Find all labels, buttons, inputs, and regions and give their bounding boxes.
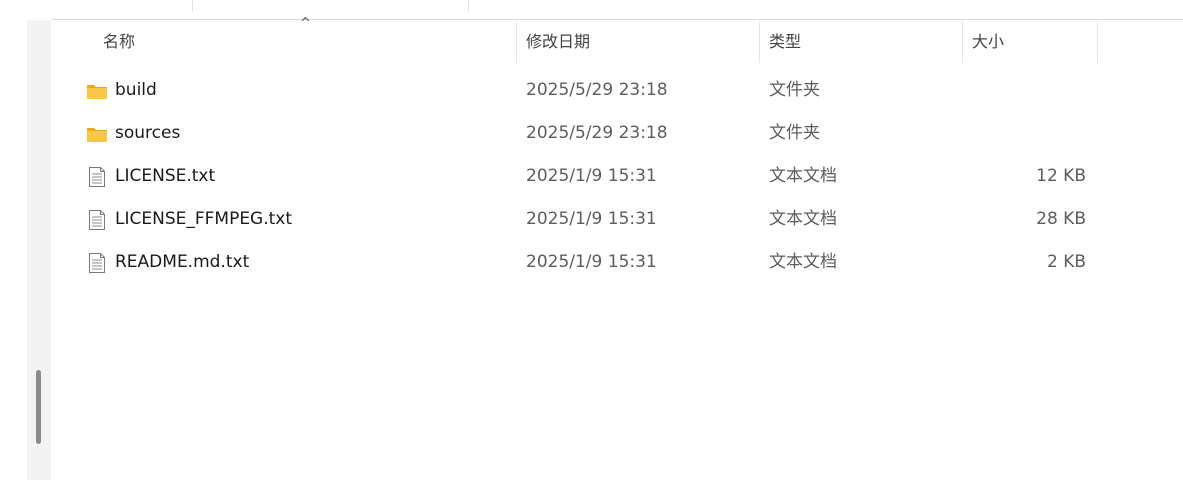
- file-name: LICENSE.txt: [115, 166, 216, 186]
- column-header-name[interactable]: 名称 ^: [52, 17, 517, 63]
- top-toolbar-edge: [0, 0, 1183, 20]
- file-size: [962, 69, 1086, 112]
- column-header-size[interactable]: 大小: [963, 21, 1098, 63]
- file-size: [962, 112, 1086, 155]
- folder-icon: [87, 128, 107, 142]
- column-header-name-label: 名称: [103, 32, 136, 51]
- file-row-license[interactable]: LICENSE.txt 2025/1/9 15:31 文本文档 12 KB: [52, 155, 1183, 198]
- file-list-view: 名称 ^ 修改日期 类型 大小 build 2025/5/29 23:18 文件…: [52, 17, 1183, 480]
- file-name: LICENSE_FFMPEG.txt: [115, 209, 293, 229]
- column-header-date[interactable]: 修改日期: [517, 21, 760, 63]
- file-date: 2025/1/9 15:31: [526, 252, 657, 272]
- file-type: 文件夹: [769, 123, 820, 143]
- file-name: sources: [115, 123, 181, 143]
- file-type: 文件夹: [769, 80, 820, 100]
- file-name: build: [115, 80, 157, 100]
- text-file-icon: [89, 167, 105, 187]
- file-date: 2025/1/9 15:31: [526, 166, 657, 186]
- file-date: 2025/1/9 15:31: [526, 209, 657, 229]
- file-type: 文本文档: [769, 252, 837, 272]
- file-row-sources[interactable]: sources 2025/5/29 23:18 文件夹: [52, 112, 1183, 155]
- column-divider[interactable]: [1097, 21, 1098, 63]
- text-file-icon: [89, 210, 105, 230]
- toolbar-separator: [468, 0, 469, 12]
- file-type: 文本文档: [769, 209, 837, 229]
- column-header-date-label: 修改日期: [526, 32, 591, 51]
- file-size: 12 KB: [1036, 166, 1086, 186]
- file-row-build[interactable]: build 2025/5/29 23:18 文件夹: [52, 69, 1183, 112]
- column-header-size-label: 大小: [972, 32, 1005, 51]
- file-row-license-ffmpeg[interactable]: LICENSE_FFMPEG.txt 2025/1/9 15:31 文本文档 2…: [52, 198, 1183, 241]
- file-date: 2025/5/29 23:18: [526, 123, 668, 143]
- file-row-readme[interactable]: README.md.txt 2025/1/9 15:31 文本文档 2 KB: [52, 241, 1183, 284]
- file-date: 2025/5/29 23:18: [526, 80, 668, 100]
- file-name: README.md.txt: [115, 252, 250, 272]
- file-size: 28 KB: [1036, 209, 1086, 229]
- navigation-pane: [0, 0, 52, 480]
- file-type: 文本文档: [769, 166, 837, 186]
- sort-ascending-icon: ^: [300, 16, 311, 31]
- toolbar-separator: [192, 0, 193, 12]
- column-header-type[interactable]: 类型: [760, 21, 963, 63]
- text-file-icon: [89, 253, 105, 273]
- folder-icon: [87, 85, 107, 99]
- column-header-row: 名称 ^ 修改日期 类型 大小: [52, 17, 1183, 63]
- file-size: 2 KB: [1046, 252, 1086, 272]
- column-header-type-label: 类型: [769, 32, 802, 51]
- scrollbar-thumb[interactable]: [36, 370, 41, 444]
